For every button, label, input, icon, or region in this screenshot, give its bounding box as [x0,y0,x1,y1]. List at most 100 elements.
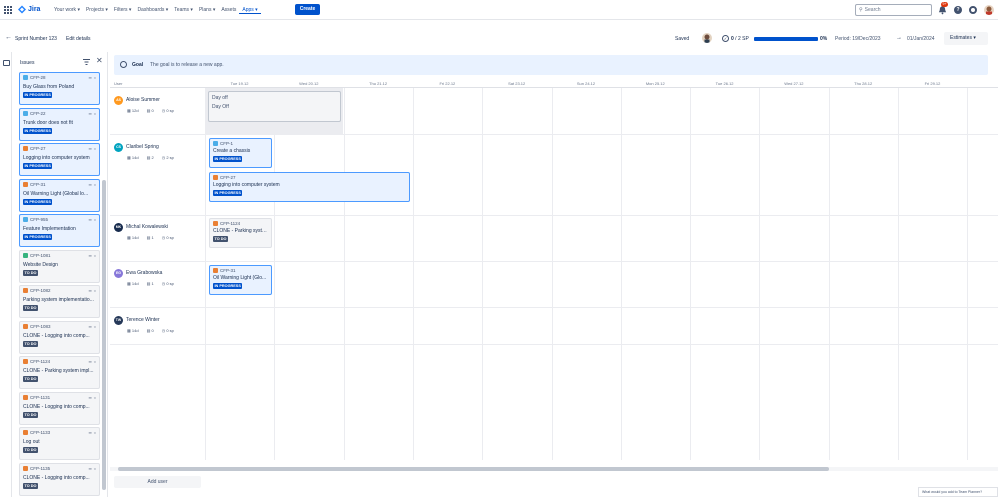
issue-card[interactable]: CFP-1081 ═ ○ Website Design TO DO [19,249,100,283]
issue-card[interactable]: CFP-1082 ═ ○ Parking system implementatio..… [19,285,100,318]
day-off-subtitle: Day Off [212,104,229,110]
bug-icon [23,465,28,471]
bug-icon [23,394,28,400]
status-badge: IN PROGRESS [23,198,53,205]
board-toggle-icon[interactable] [3,60,10,66]
grid-column-line [759,88,761,460]
create-button[interactable]: Create [295,4,320,15]
task-icon [23,75,28,80]
close-panel-icon[interactable]: ✕ [96,57,103,65]
priority-icon: ═ [88,465,92,471]
filter-icon[interactable] [83,59,90,65]
status-badge: TO DO [23,305,38,311]
horizontal-scrollbar[interactable] [118,467,829,471]
priority-icon: ═ [88,430,92,435]
nav-assets[interactable]: Assets [218,6,239,14]
user-capacity: ▦ 12d [127,108,139,113]
user-avatar: MK [114,223,123,232]
user-row[interactable]: MK Michal Kowalewski [114,223,168,232]
issue-card[interactable]: CFP-955 ═ ○ Feature Implementation IN PROGRE… [19,214,100,247]
story-points-count: 0 / 2 SP [731,36,749,42]
add-user-button[interactable]: Add user [114,476,201,488]
nav-plans[interactable]: Plans ▾ [196,6,218,14]
user-story-points: ◷ 0 sp [161,235,174,240]
bug-icon [213,268,218,273]
card-title: CLONE - Logging into comp... [23,474,90,481]
status-badge: TO DO [23,447,38,453]
settings-gear-icon[interactable] [969,6,977,14]
user-issue-count: ▤ 2 [146,155,154,160]
priority-icon: ═ [88,217,92,222]
search-input[interactable]: ⚲ Search [855,4,932,16]
card-title: Buy Glass from Poland [23,84,75,90]
card-key: CFP-27 [220,175,236,180]
nav-dashboards[interactable]: Dashboards ▾ [134,6,171,14]
day-off-block[interactable]: Day off Day Off [208,91,341,122]
nav-your-work[interactable]: Your work ▾ [51,6,83,14]
user-row[interactable]: TW Terence Winter [114,316,160,325]
grid-card-cfp-1124[interactable]: CFP-1124 CLONE - Parking syste... TO DO [209,218,272,248]
nav-apps[interactable]: Apps ▾ [239,6,261,14]
user-issue-count: ▤ 0 [146,328,154,333]
issues-scrollbar[interactable] [102,180,106,490]
check-circle-icon: ✓ [722,35,729,42]
status-badge: IN PROGRESS [23,127,53,134]
priority-icon: ═ [88,75,92,80]
back-arrow-icon[interactable]: ← [5,34,12,41]
card-key: CFP-1135 [30,465,51,471]
nav-teams[interactable]: Teams ▾ [171,6,196,14]
day-header: Thu 28.12 [854,81,873,86]
bug-icon [23,181,28,187]
edit-details-link[interactable]: Edit details [66,36,90,42]
user-column-header: User [114,81,123,86]
issue-card[interactable]: CFP-28 ═ ○ Buy Glass from Poland IN PROGRESS [19,72,100,105]
nav-projects[interactable]: Projects ▾ [83,6,111,14]
issue-card[interactable]: CFP-1133 ═ ○ Log out TO DO [19,427,100,460]
day-header: Sun 24.12 [576,81,596,86]
user-name: Terence Winter [126,317,160,323]
estimates-dropdown[interactable]: Estimates ▾ [944,32,988,45]
user-story-points: ◷ 0 sp [161,281,174,286]
bug-icon [23,288,28,293]
story-icon [23,252,28,258]
user-story-points: ◷ 2 sp [161,155,174,160]
grid-column-line [551,88,553,460]
issue-card[interactable]: CFP-1083 ═ ○ CLONE - Logging into comp... TO… [19,320,100,354]
issue-card[interactable]: CFP-31 ═ ○ Oil Warning Light (Global lo... I… [19,178,100,212]
user-row[interactable]: EG Ewa Grabowska [114,269,162,278]
user-issue-count: ▤ 0 [146,108,154,113]
grid-column-line [205,88,206,460]
sprint-owner-avatar[interactable] [702,33,712,43]
help-icon[interactable]: ? [954,6,962,14]
grid-card-cfp-1[interactable]: CFP-1 Create a chassis IN PROGRESS [209,138,272,168]
grid-card-cfp-31[interactable]: CFP-31 Oil Warning Light (Glo... IN PROG… [209,265,272,295]
jira-logo[interactable]: Jira [18,5,40,14]
card-key: CFP-955 [30,217,49,222]
user-row[interactable]: AS Aloise Summer [114,96,160,105]
nav-filters[interactable]: Filters ▾ [111,6,135,14]
grid-row-line [110,134,998,135]
grid-column-line [274,88,276,460]
issue-card[interactable]: CFP-27 ═ ○ Logging into computer system IN P… [19,143,100,176]
period-range: Period: 19/Dec/2023 [835,36,881,42]
day-header: Fri 29.12 [924,81,941,86]
feedback-prompt[interactable]: What would you add to Team Planner? [918,487,998,497]
card-title: Log out [23,439,40,445]
grid-card-cfp-27[interactable]: CFP-27 Logging into computer system IN P… [209,172,410,202]
profile-avatar[interactable] [984,5,994,15]
day-header: Sat 23.12 [508,81,526,86]
avatar-placeholder-icon: ○ [93,465,96,471]
card-key: CFP-31 [30,181,46,187]
grid-column-line [412,88,414,460]
grid-column-line [967,88,969,460]
issue-card[interactable]: CFP-1124 ═ ○ CLONE - Parking system impl...… [19,356,100,389]
app-switcher-icon[interactable] [4,6,12,14]
status-badge: TO DO [23,376,38,382]
issue-card[interactable]: CFP-22 ═ ○ Trunk door does not fit IN PROGRE… [19,107,100,141]
user-name: Ewa Grabowska [126,270,163,276]
user-row[interactable]: CS Claribel Spring [114,143,159,152]
issue-card[interactable]: CFP-1131 ═ ○ CLONE - Logging into comp... TO… [19,391,100,425]
sprint-progress-bar [754,37,818,41]
goal-label: Goal [132,62,144,68]
issue-card[interactable]: CFP-1135 ═ ○ CLONE - Logging into comp... TO… [19,462,100,496]
